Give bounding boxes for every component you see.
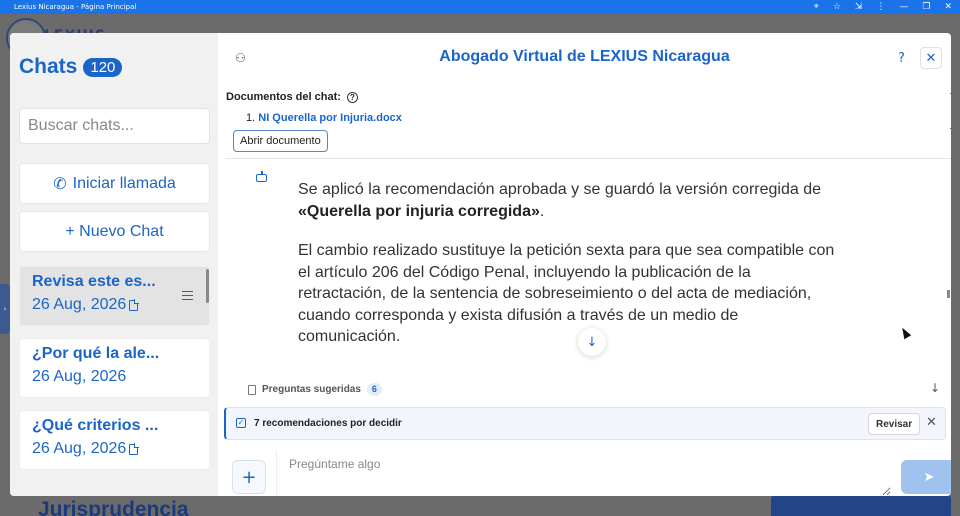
background-side-tab: › (0, 284, 10, 334)
message-paragraph: Se aplicó la recomendación aprobada y se… (298, 179, 838, 222)
documents-divider (226, 158, 951, 159)
recommendations-bar: ✓ 7 recomendaciones por decidir Revisar … (224, 407, 946, 440)
bot-icon (256, 171, 267, 182)
window-title: Lexius Nicaragua - Página Principal (14, 3, 137, 11)
chat-item-date: 26 Aug, 2026 (32, 368, 197, 386)
phone-icon: ✆ (53, 175, 67, 193)
document-list-item: 1. NI Querella por Injuria.docx (246, 112, 402, 124)
review-button[interactable]: Revisar (868, 413, 921, 435)
suggested-questions-label: Preguntas sugeridas (262, 384, 361, 395)
background-button (771, 495, 951, 516)
assistant-message: Se aplicó la recomendación aprobada y se… (298, 179, 838, 366)
chat-sidebar: Chats 120 ✆ Iniciar llamada + Nuevo Chat… (10, 33, 218, 496)
chat-modal: Chats 120 ✆ Iniciar llamada + Nuevo Chat… (10, 33, 951, 496)
chats-header: Chats 120 (19, 55, 123, 79)
chat-main-panel: ⚇ Abogado Virtual de LEXIUS Nicaragua ? … (218, 33, 951, 496)
close-modal-button[interactable]: ✕ (920, 47, 942, 69)
chat-header-title: Abogado Virtual de LEXIUS Nicaragua (439, 48, 730, 65)
recommendations-text: 7 recomendaciones por decidir (254, 418, 402, 429)
document-icon (129, 299, 139, 311)
scroll-tick (950, 128, 951, 129)
star-icon[interactable]: ☆ (833, 2, 841, 12)
document-index: 1. (246, 112, 256, 124)
open-document-button[interactable]: Abrir documento (233, 130, 328, 152)
suggested-questions-toggle[interactable]: Preguntas sugeridas 6 (248, 383, 382, 396)
chat-list[interactable]: Revisa este es... 26 Aug, 2026 ¿Por qué … (19, 266, 210, 496)
install-icon[interactable]: ⇲ (855, 2, 863, 12)
help-button[interactable]: ? (898, 51, 905, 66)
chat-list-item[interactable]: ¿Qué criterios ... 26 Aug, 2026 (19, 410, 210, 470)
chat-item-date-text: 26 Aug, 2026 (32, 440, 127, 457)
message-bold-text: «Querella por injuria corregida» (298, 202, 540, 220)
location-icon[interactable]: ⌖ (814, 2, 819, 12)
dismiss-recommendations-icon[interactable]: ✕ (926, 415, 937, 430)
chats-count-badge: 120 (83, 57, 123, 77)
send-button[interactable]: ➤ (901, 460, 951, 494)
mouse-cursor (898, 325, 912, 340)
scroll-tick (950, 93, 951, 94)
chats-title: Chats (19, 55, 78, 78)
scroll-down-button[interactable]: ↓ (578, 328, 606, 356)
chat-list-item[interactable]: Revisa este es... 26 Aug, 2026 (19, 266, 210, 326)
message-text: . (539, 202, 545, 220)
chat-item-title: ¿Qué criterios ... (32, 417, 159, 434)
messages-scrollbar[interactable] (947, 290, 950, 298)
chat-item-date-text: 26 Aug, 2026 (32, 368, 127, 385)
window-close-icon[interactable]: ✕ (944, 2, 952, 12)
chat-list-item[interactable]: ¿Por qué la ale... 26 Aug, 2026 (19, 338, 210, 398)
checkbox-icon: ✓ (236, 418, 246, 428)
minimize-icon[interactable]: — (899, 2, 908, 12)
start-call-button[interactable]: ✆ Iniciar llamada (19, 163, 210, 204)
arrow-down-icon[interactable]: ↓ (930, 381, 940, 395)
window-titlebar: Lexius Nicaragua - Página Principal ⌖ ☆ … (0, 0, 960, 14)
chat-item-title: Revisa este es... (32, 273, 156, 290)
documents-label-text: Documentos del chat: (226, 91, 341, 103)
question-circle-icon[interactable]: ? (346, 91, 358, 103)
chat-item-date-text: 26 Aug, 2026 (32, 296, 127, 313)
message-input[interactable] (276, 451, 891, 496)
message-text: Se aplicó la recomendación aprobada y se… (298, 181, 821, 198)
search-chats-input[interactable] (19, 108, 210, 144)
message-paragraph: El cambio realizado sustituye la petició… (298, 242, 835, 345)
suggested-count-badge: 6 (366, 383, 382, 396)
background-footer-heading: Jurisprudencia (38, 498, 189, 516)
documents-label: Documentos del chat: ? (226, 91, 358, 103)
start-call-label: Iniciar llamada (72, 174, 176, 192)
chat-item-date: 26 Aug, 2026 (32, 440, 197, 458)
sidebar-scrollbar[interactable] (206, 269, 209, 303)
document-icon (129, 443, 139, 455)
window-controls: ⌖ ☆ ⇲ ⋮ — ❐ ✕ (814, 0, 952, 14)
add-attachment-button[interactable]: + (232, 460, 266, 494)
more-icon[interactable]: ⋮ (876, 2, 885, 12)
send-icon: ➤ (923, 469, 935, 485)
new-chat-button[interactable]: + Nuevo Chat (19, 211, 210, 252)
chat-menu-icon[interactable] (182, 291, 193, 300)
restore-icon[interactable]: ❐ (922, 2, 930, 12)
document-link[interactable]: NI Querella por Injuria.docx (258, 112, 402, 124)
bot-head (256, 174, 267, 182)
document-icon (248, 384, 256, 395)
chat-item-title: ¿Por qué la ale... (32, 345, 160, 362)
new-chat-label: + Nuevo Chat (65, 222, 164, 240)
chat-item-date: 26 Aug, 2026 (32, 296, 197, 314)
